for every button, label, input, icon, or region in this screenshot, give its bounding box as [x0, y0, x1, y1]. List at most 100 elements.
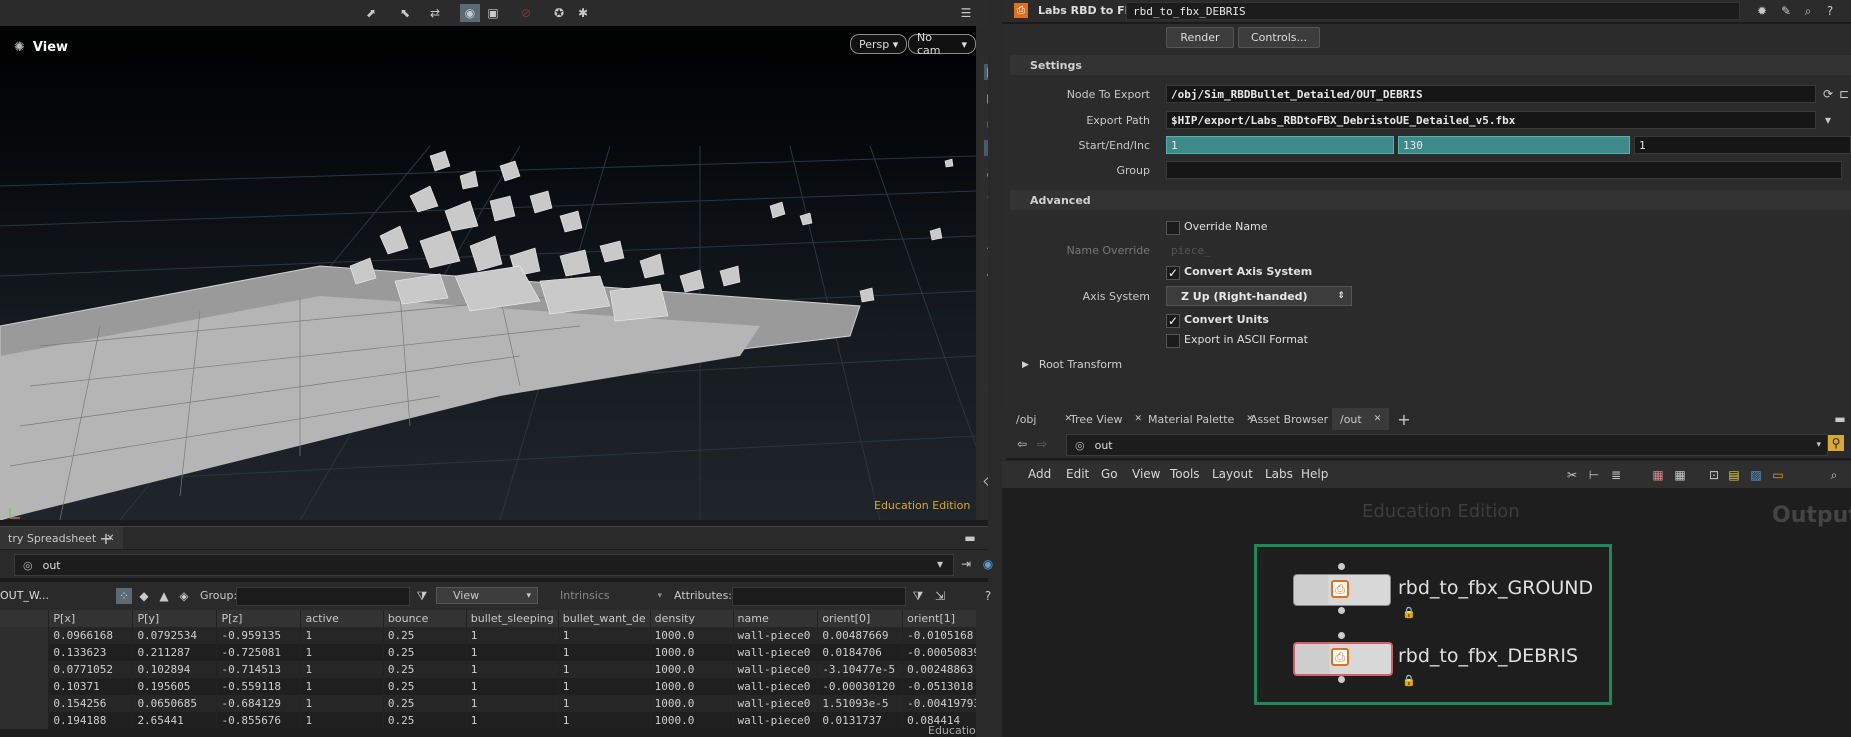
table-cell[interactable]: 1000.0 [650, 644, 734, 661]
output-connector[interactable] [1338, 676, 1345, 683]
network-path-field[interactable]: ◎ out ▾ [1066, 434, 1828, 456]
table-cell[interactable]: 0.194188 [48, 712, 134, 729]
settings-section-header[interactable]: Settings [1010, 55, 1851, 75]
render-button[interactable]: Render [1166, 27, 1234, 48]
table-cell[interactable]: -0.00050839 [902, 644, 988, 661]
table-cell[interactable]: 0.133623 [48, 644, 134, 661]
input-connector[interactable] [1338, 563, 1345, 570]
search-icon[interactable]: ⌕ [1800, 3, 1816, 19]
network-editor[interactable]: Education Edition Output ⎙ rbd_to_fbx_GR… [1002, 488, 1851, 737]
pin-pane-icon[interactable]: ⇥ [958, 556, 974, 572]
column-options-icon[interactable]: ⇲ [932, 588, 948, 604]
attributes-filter-input[interactable] [732, 587, 906, 606]
column-header[interactable]: name [733, 610, 819, 627]
node-label-debris[interactable]: rbd_to_fbx_DEBRIS [1398, 645, 1578, 667]
table-cell[interactable]: 0.25 [383, 678, 467, 695]
input-connector[interactable] [1338, 632, 1345, 639]
view-dropdown[interactable]: View ▾ [436, 587, 538, 604]
network-path-field[interactable]: ◎ out [14, 554, 954, 576]
table-cell[interactable]: 1 [300, 661, 384, 678]
table-scrollbar[interactable] [976, 610, 988, 737]
brush-icon[interactable]: ✎ [1778, 3, 1794, 19]
rbd-to-fbx-debris-node[interactable]: ⎙ [1293, 642, 1393, 676]
list-icon[interactable]: ≣ [1608, 467, 1624, 483]
detail-mode-icon[interactable]: ◈ [176, 588, 192, 604]
tab-tree-view[interactable]: Tree View ✕ [1062, 408, 1150, 430]
table-cell[interactable]: 1 [300, 712, 384, 729]
table-cell[interactable]: 1 [466, 712, 559, 729]
table-cell[interactable]: 0.25 [383, 712, 467, 729]
add-tab-icon[interactable]: + [98, 529, 114, 548]
table-cell[interactable]: wall-piece0 [733, 678, 819, 695]
row-header-cell[interactable] [0, 678, 50, 695]
close-tab-icon[interactable]: ✕ [1374, 414, 1382, 424]
back-icon[interactable]: ⇦ [1014, 436, 1030, 452]
menu-layout[interactable]: Layout [1212, 467, 1253, 481]
table-cell[interactable]: -0.0513018 [902, 678, 988, 695]
menu-help[interactable]: Help [1301, 467, 1328, 481]
persp-dropdown[interactable]: Persp ▾ [850, 34, 908, 54]
link-icon[interactable]: ◉ [980, 556, 996, 572]
node-to-export-field[interactable]: /obj/Sim_RBDBullet_Detailed/OUT_DEBRIS [1166, 85, 1816, 103]
spreadsheet-grid[interactable]: P[x] P[y] P[z] active bounce bullet_slee… [0, 610, 988, 729]
group-param-field[interactable] [1166, 161, 1842, 179]
ascii-checkbox[interactable] [1166, 334, 1180, 348]
controls-button[interactable]: Controls... [1238, 27, 1320, 48]
table-cell[interactable]: 0.102894 [132, 661, 218, 678]
grid-color-icon[interactable]: ▦ [1650, 467, 1666, 483]
view-tool-icon[interactable]: ◉ [460, 4, 480, 22]
node-picker-icon[interactable]: ⊏ [1836, 86, 1851, 102]
forward-icon[interactable]: ⇨ [1034, 436, 1050, 452]
table-cell[interactable]: 1 [300, 695, 384, 712]
intrinsics-dropdown[interactable]: Intrinsics ▾ [544, 587, 668, 604]
transform-tool-icon[interactable]: ⇄ [427, 5, 443, 21]
table-cell[interactable]: 1 [558, 644, 651, 661]
table-cell[interactable]: 1 [300, 644, 384, 661]
table-cell[interactable]: -3.10477e-5 [817, 661, 904, 678]
table-cell[interactable]: 0.0792534 [132, 627, 218, 644]
grid-icon[interactable]: ▦ [1672, 467, 1688, 483]
table-cell[interactable]: 2.65441 [132, 712, 218, 729]
row-header-cell[interactable] [0, 644, 50, 661]
tree-icon[interactable]: ⊢ [1586, 467, 1602, 483]
table-cell[interactable]: 1 [466, 695, 559, 712]
table-cell[interactable]: 1000.0 [650, 627, 734, 644]
table-cell[interactable]: 0.0771052 [48, 661, 134, 678]
row-header-cell[interactable] [0, 661, 50, 678]
override-name-checkbox[interactable] [1166, 221, 1180, 235]
table-cell[interactable]: -0.725081 [216, 644, 302, 661]
menu-labs[interactable]: Labs [1265, 467, 1293, 481]
settings-icon[interactable]: ✱ [575, 5, 591, 21]
table-cell[interactable]: -0.855676 [216, 712, 302, 729]
pane-menu-icon[interactable]: ▬ [962, 530, 978, 546]
convert-units-checkbox[interactable]: ✓ [1166, 314, 1180, 328]
3d-viewport[interactable]: ✺ View Persp ▾ No cam ▾ Education Editio… [0, 26, 976, 520]
table-cell[interactable]: 1 [466, 678, 559, 695]
table-cell[interactable]: 1 [558, 695, 651, 712]
column-header[interactable]: P[x] [48, 610, 134, 627]
table-cell[interactable]: wall-piece0 [733, 661, 819, 678]
refresh-icon[interactable]: ⟳ [1820, 86, 1836, 102]
column-header[interactable] [0, 610, 50, 627]
vertices-mode-icon[interactable]: ◆ [136, 588, 152, 604]
table-cell[interactable]: wall-piece0 [733, 644, 819, 661]
camera-dropdown[interactable]: No cam ▾ [908, 31, 976, 57]
network-view-icon[interactable]: ⊡ [1706, 467, 1722, 483]
column-header[interactable]: density [650, 610, 734, 627]
node-label-ground[interactable]: rbd_to_fbx_GROUND [1398, 577, 1593, 599]
attr-filter-icon[interactable]: ⧩ [910, 588, 926, 604]
menu-edit[interactable]: Edit [1066, 467, 1089, 481]
table-cell[interactable]: 1000.0 [650, 678, 734, 695]
column-header[interactable]: P[z] [216, 610, 302, 627]
start-frame-field[interactable]: 1 [1166, 136, 1394, 154]
filter-icon[interactable]: ⧩ [414, 588, 430, 604]
column-header[interactable]: bullet_want_de [558, 610, 651, 627]
table-row[interactable]: 0.0771052 0.102894 -0.714513 1 0.25 1 1 1000.0 w… [0, 661, 988, 678]
root-transform-folder[interactable]: ▶ Root Transform [1022, 358, 1122, 371]
wrench-icon[interactable]: ✂ [1564, 467, 1580, 483]
snapshot-icon[interactable]: ▣ [485, 5, 501, 21]
end-frame-field[interactable]: 130 [1398, 136, 1630, 154]
search-icon[interactable]: ⌕ [1826, 467, 1842, 483]
help-icon[interactable]: ? [980, 588, 996, 604]
table-cell[interactable]: 1 [558, 712, 651, 729]
